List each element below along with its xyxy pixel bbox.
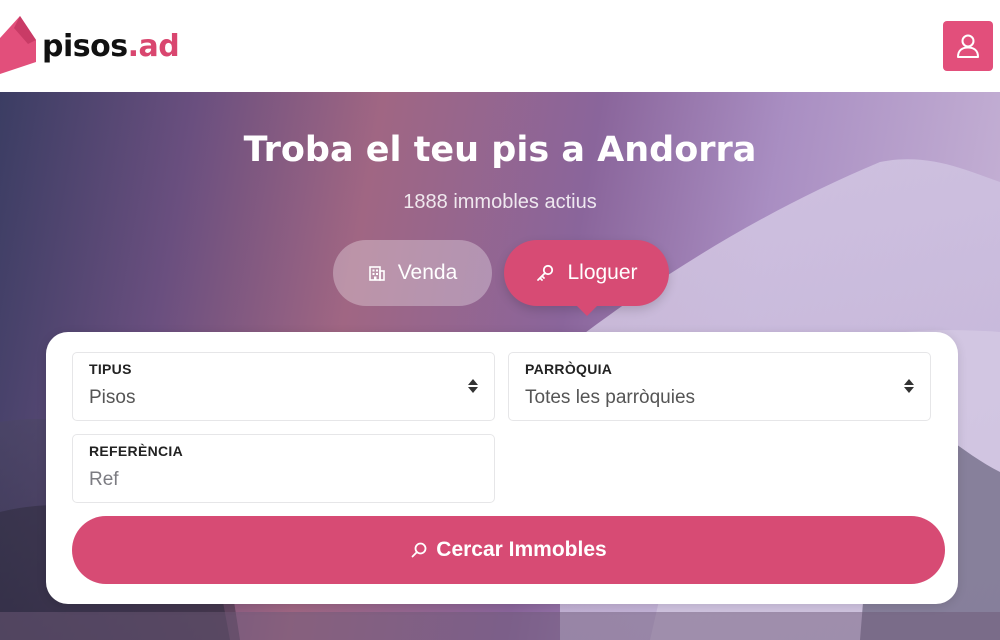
key-icon — [535, 263, 555, 283]
parroquia-value: Totes les parròquies — [525, 387, 696, 408]
parroquia-label: PARRÒQUIA — [525, 361, 613, 377]
referencia-input[interactable] — [89, 469, 469, 491]
tab-venda[interactable]: Venda — [333, 240, 492, 306]
site-header: pisos.ad — [0, 0, 1000, 92]
active-listings-count: 1888 immobles actius — [403, 191, 597, 213]
hero-section: Troba el teu pis a Andorra 1888 immobles… — [0, 92, 1000, 640]
user-icon — [957, 34, 979, 58]
referencia-field: REFERÈNCIA — [72, 434, 495, 503]
logo-house-icon — [0, 16, 36, 74]
page-title: Troba el teu pis a Andorra — [243, 130, 757, 170]
logo-text: pisos.ad — [42, 28, 180, 64]
select-arrows-icon — [468, 379, 478, 393]
tipus-label: TIPUS — [89, 361, 132, 377]
select-arrows-icon — [904, 379, 914, 393]
search-icon — [410, 541, 428, 559]
parroquia-select[interactable]: PARRÒQUIA Totes les parròquies — [508, 352, 931, 421]
tab-lloguer-label: Lloguer — [567, 261, 638, 284]
referencia-label: REFERÈNCIA — [89, 443, 184, 459]
search-button[interactable]: Cercar Immobles — [72, 516, 945, 584]
user-account-button[interactable] — [943, 21, 993, 71]
tab-lloguer[interactable]: Lloguer — [504, 240, 669, 306]
logo[interactable]: pisos.ad — [0, 14, 180, 78]
building-icon — [368, 264, 386, 282]
tipus-value: Pisos — [89, 387, 136, 408]
tab-venda-label: Venda — [397, 261, 458, 284]
active-tab-pointer — [575, 304, 599, 316]
tipus-select[interactable]: TIPUS Pisos — [72, 352, 495, 421]
search-card: TIPUS Pisos PARRÒQUIA Totes les parròqui… — [46, 332, 958, 604]
search-button-label: Cercar Immobles — [436, 538, 607, 561]
